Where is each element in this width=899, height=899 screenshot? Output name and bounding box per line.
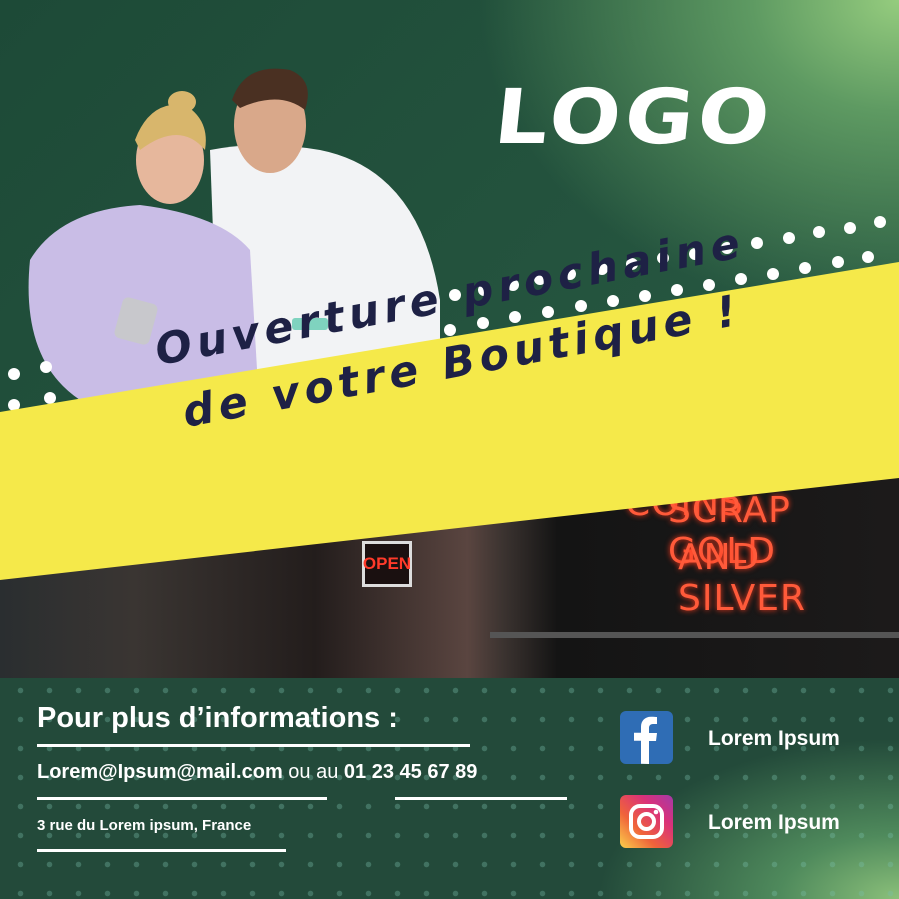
footer: Pour plus d’informations : Lorem@Ipsum@m… xyxy=(0,678,899,899)
connector-text: ou au xyxy=(288,761,339,783)
address: 3 rue du Lorem ipsum, France xyxy=(37,817,252,834)
email-link[interactable]: Lorem@Ipsum@mail.com xyxy=(37,761,283,783)
divider xyxy=(395,797,567,800)
phone-number[interactable]: 01 23 45 67 89 xyxy=(344,761,477,783)
facebook-icon[interactable] xyxy=(620,711,673,764)
logo: LOGO xyxy=(490,72,778,162)
instagram-label[interactable]: Lorem Ipsum xyxy=(708,811,840,835)
instagram-icon[interactable] xyxy=(620,795,673,848)
info-heading: Pour plus d’informations : xyxy=(37,702,398,734)
divider xyxy=(37,744,470,747)
divider xyxy=(37,849,286,852)
facebook-label[interactable]: Lorem Ipsum xyxy=(708,727,840,751)
divider xyxy=(37,797,327,800)
contact-line: Lorem@Ipsum@mail.com ou au 01 23 45 67 8… xyxy=(37,761,477,784)
poster: BUYERS OF COINS SCRAP GOLD AND SILVER OP… xyxy=(0,0,899,899)
